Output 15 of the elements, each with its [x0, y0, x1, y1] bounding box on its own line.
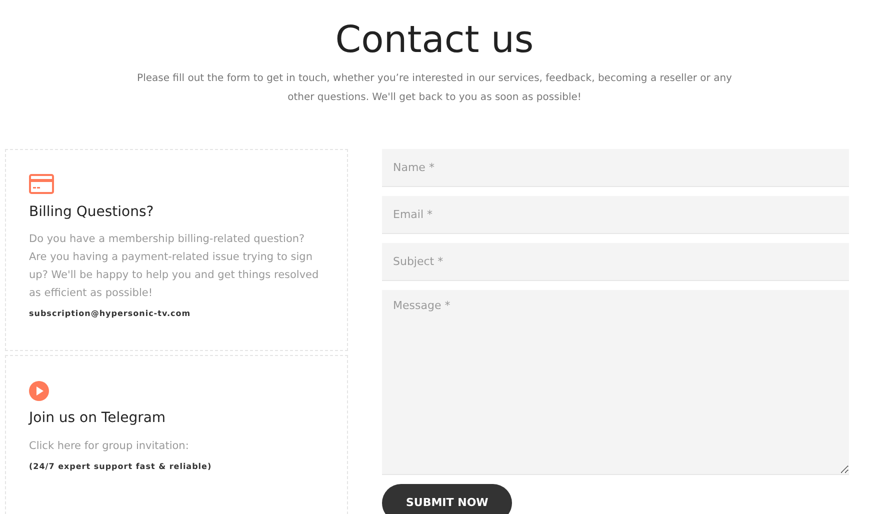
card-text: Do you have a membership billing-related question? Are you having a payment-related issue trying to sign up? We'll be happy to help you and get things resolved as efficient as possible! — [29, 232, 320, 302]
message-field[interactable]: Message * — [382, 290, 849, 475]
submit-button[interactable]: SUBMIT NOW — [382, 484, 512, 514]
card-title: Billing Questions? — [29, 204, 155, 220]
input-field[interactable]: Subject * — [382, 242, 849, 281]
input-field[interactable]: Name * — [382, 148, 849, 187]
card-detail: subscription@hypersonic-tv.com — [29, 308, 192, 320]
card-detail: (24/7 expert support fast & reliable) — [29, 461, 213, 474]
input-field[interactable]: Email * — [382, 196, 849, 234]
credit-card-icon — [29, 174, 54, 194]
page-title: Contact us — [334, 20, 535, 61]
card-text: Click here for group invitation: — [29, 439, 190, 454]
card-title: Join us on Telegram — [29, 410, 167, 428]
play-icon — [29, 381, 49, 402]
intro-text: Please fill out the form to get in touch, whether you’re interested in our services, feedback, becoming a reseller or any other questions. We'll get back to you as soon as possible! — [136, 72, 733, 105]
